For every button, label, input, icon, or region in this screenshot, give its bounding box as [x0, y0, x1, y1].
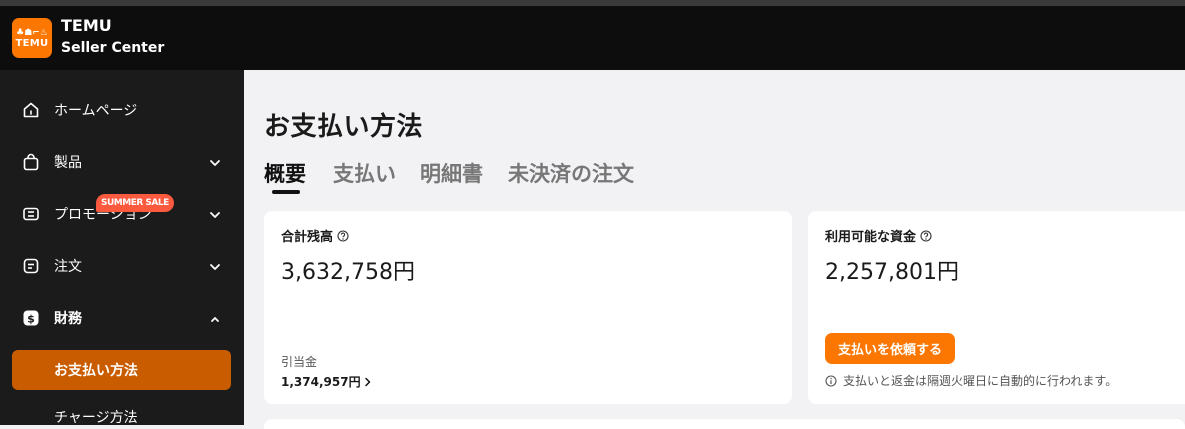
available-funds-card: 利用可能な資金 2,257,801円 支払いを依頼する 支払いと返金は隔週火曜日… — [808, 211, 1185, 404]
help-icon[interactable] — [337, 229, 349, 242]
logo-glyphs: ♣☗⌐♨ — [16, 27, 48, 38]
sidebar-subitem-charge-methods[interactable]: チャージ方法 — [54, 407, 138, 427]
ticket-icon — [23, 207, 39, 221]
brand-name: TEMU — [61, 16, 112, 35]
chevron-down-icon — [210, 264, 220, 270]
help-icon[interactable] — [920, 229, 932, 242]
sidebar-item-label: 注文 — [54, 259, 82, 275]
order-icon — [23, 258, 39, 274]
next-card — [264, 419, 1185, 429]
brand: TEMU Seller Center — [61, 16, 164, 58]
sidebar-item-home[interactable]: ホームページ — [0, 90, 244, 130]
reserve-link[interactable]: 1,374,957円 — [281, 373, 373, 390]
sidebar-subitem-payment-methods[interactable]: お支払い方法 — [12, 350, 231, 390]
chevron-up-icon — [211, 317, 219, 322]
summer-sale-badge: SUMMER SALE — [96, 194, 174, 212]
sidebar-item-label: 財務 — [54, 311, 82, 327]
chevron-down-icon — [210, 160, 220, 166]
bag-icon — [23, 153, 39, 171]
sidebar-item-orders[interactable]: 注文 — [0, 246, 244, 286]
home-icon — [23, 102, 39, 118]
top-header: ♣☗⌐♨ TEMU TEMU Seller Center — [0, 6, 1185, 70]
svg-text:$: $ — [27, 312, 35, 325]
sidebar-item-label: 製品 — [54, 155, 82, 171]
available-funds-amount: 2,257,801円 — [825, 260, 959, 285]
payout-note-text: 支払いと返金は隔週火曜日に自動的に行われます。 — [843, 374, 1118, 388]
request-payment-button[interactable]: 支払いを依頼する — [825, 333, 956, 364]
chevron-right-icon — [364, 377, 370, 386]
tab-unsettled-orders[interactable]: 未決済の注文 — [508, 158, 634, 188]
active-tab-indicator — [272, 190, 300, 194]
temu-logo[interactable]: ♣☗⌐♨ TEMU — [12, 18, 52, 58]
sidebar-item-label: ホームページ — [54, 103, 138, 119]
info-icon — [825, 374, 837, 387]
logo-word: TEMU — [15, 37, 49, 49]
sidebar-item-finance[interactable]: $ 財務 — [0, 298, 244, 338]
reserve-amount: 1,374,957円 — [281, 375, 361, 389]
tab-payments[interactable]: 支払い — [333, 158, 396, 188]
payout-note: 支払いと返金は隔週火曜日に自動的に行われます。 — [825, 372, 1117, 389]
chevron-down-icon — [210, 212, 220, 218]
dollar-icon: $ — [23, 310, 39, 326]
total-balance-card: 合計残高 3,632,758円 引当金 1,374,957円 — [264, 211, 792, 404]
tab-statements[interactable]: 明細書 — [420, 158, 483, 188]
sidebar-item-products[interactable]: 製品 — [0, 142, 244, 182]
reserve-label: 引当金 — [281, 355, 318, 369]
total-balance-amount: 3,632,758円 — [281, 260, 415, 285]
tab-overview[interactable]: 概要 — [264, 158, 306, 188]
page-title: お支払い方法 — [264, 112, 424, 142]
card-header: 合計残高 — [281, 226, 349, 245]
brand-subtitle: Seller Center — [61, 40, 165, 56]
total-balance-label: 合計残高 — [281, 230, 334, 245]
available-funds-label: 利用可能な資金 — [825, 230, 917, 245]
sidebar: ホームページ 製品 プロモーション 注文 $ 財務 SUMMER SALE お支… — [0, 70, 244, 427]
card-header: 利用可能な資金 — [825, 226, 932, 245]
